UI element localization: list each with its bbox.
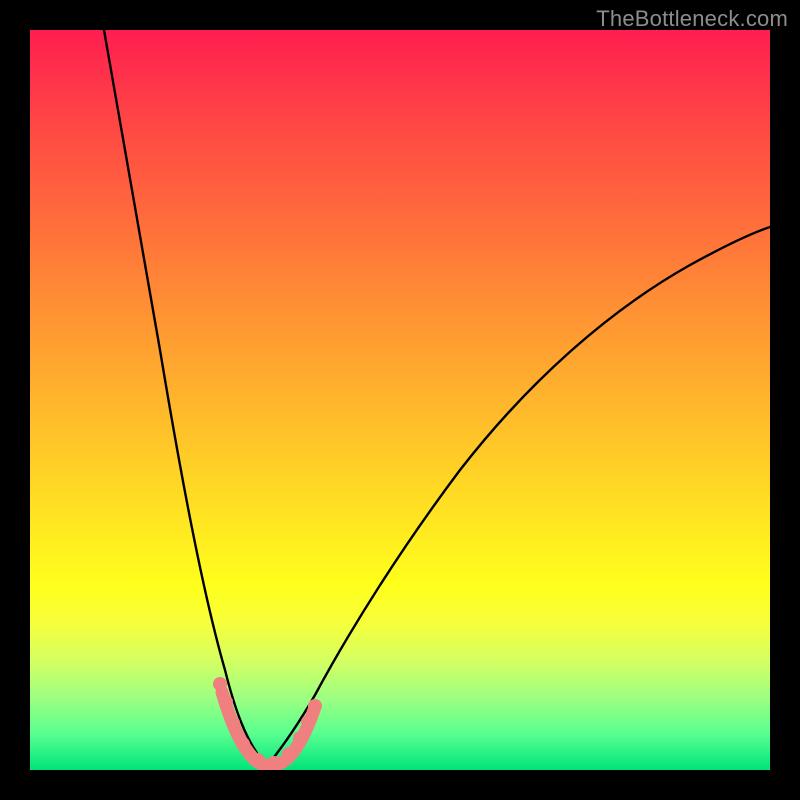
bead-dot-icon — [219, 695, 233, 709]
bead-dot-icon — [236, 737, 250, 751]
bottleneck-curve-left — [104, 30, 267, 766]
watermark-text: TheBottleneck.com — [596, 6, 788, 32]
bead-dot-icon — [282, 747, 296, 761]
bead-dot-icon — [308, 699, 322, 713]
bead-dot-icon — [213, 677, 227, 691]
bottleneck-curve-right — [267, 227, 770, 766]
curves-svg — [30, 30, 770, 770]
bead-dot-icon — [251, 753, 265, 767]
bead-dot-icon — [301, 715, 315, 729]
bead-dot-icon — [293, 731, 307, 745]
plot-area — [30, 30, 770, 770]
chart-frame: TheBottleneck.com — [0, 0, 800, 800]
bead-dot-icon — [267, 756, 281, 770]
bead-dot-icon — [226, 716, 240, 730]
